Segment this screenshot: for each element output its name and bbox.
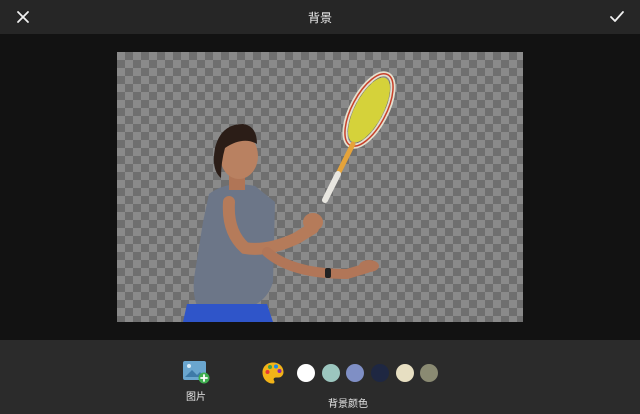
image-add-icon <box>183 361 210 384</box>
palette-icon[interactable] <box>261 361 285 385</box>
editor-stage <box>0 34 640 366</box>
color-swatch-olive[interactable] <box>420 364 438 382</box>
cutout-subject-image <box>183 71 396 322</box>
image-background-button[interactable]: 图片 <box>176 360 216 410</box>
confirm-button[interactable] <box>600 0 634 34</box>
transparent-canvas[interactable] <box>117 52 523 322</box>
image-button-label: 图片 <box>186 392 206 403</box>
color-swatch-periwinkle[interactable] <box>346 364 364 382</box>
color-swatch-white[interactable] <box>297 364 315 382</box>
color-swatch-cream[interactable] <box>396 364 414 382</box>
close-icon <box>17 11 29 23</box>
close-button[interactable] <box>6 0 40 34</box>
bottom-toolbar: 图片 背景颜色 <box>0 340 640 414</box>
color-swatch-navy[interactable] <box>371 364 389 382</box>
page-title: 背景 <box>307 10 332 25</box>
background-color-label: 背景颜色 <box>328 399 368 410</box>
background-editor: 背景 图片 背景颜色 <box>0 0 640 414</box>
checkmark-icon <box>610 11 624 22</box>
color-swatch-mint[interactable] <box>322 364 340 382</box>
header-bar: 背景 <box>0 0 640 34</box>
